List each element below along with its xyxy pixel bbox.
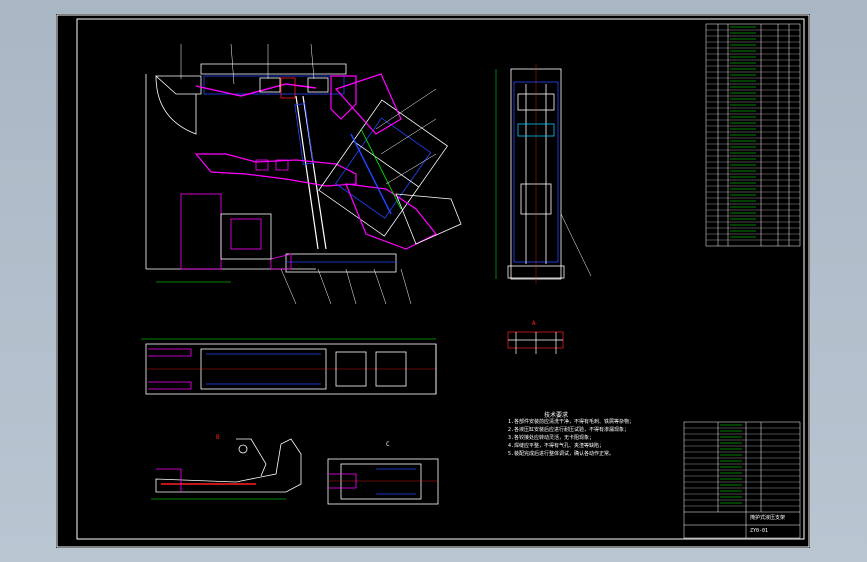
- outer-border: [56, 14, 810, 548]
- front-arc: [155, 75, 197, 135]
- drawing-number: ZY0-01: [750, 528, 769, 534]
- title-block-rows: [684, 424, 800, 507]
- section-view-small: [507, 331, 564, 354]
- cad-drawing: A B C: [56, 14, 810, 548]
- note-2: 2.各液压缸安装后应进行耐压试验，不得有渗漏现象；: [508, 427, 630, 433]
- notes-list: 1.各部件安装前应清洗干净，不得有毛刺、铁屑等杂物； 2.各液压缸安装后应进行耐…: [508, 418, 634, 458]
- title-block-name: 掩护式液压支架: [750, 515, 786, 521]
- view-label-c: C: [386, 441, 390, 448]
- note-5: 5.装配完成后进行整体调试，确认各动作正常。: [508, 451, 615, 457]
- view-label-a: A: [532, 320, 536, 327]
- note-4: 4.焊缝应平整，不得有气孔、夹渣等缺陷；: [508, 443, 605, 449]
- drawing-sheet: A B C 技术要求 1.各部件安装前应清洗干净，不得有毛刺、铁屑等杂物； 2.…: [56, 14, 810, 548]
- tail-assembly: [318, 99, 449, 237]
- inner-border: [76, 18, 805, 540]
- plan-view: [141, 338, 437, 395]
- canopy-beam: [200, 63, 347, 75]
- front-view: [495, 64, 592, 284]
- view-label-b: B: [216, 434, 220, 441]
- main-side-view: [145, 43, 462, 305]
- rear-block: [180, 193, 222, 270]
- parts-list-rows: [706, 26, 800, 241]
- note-3: 3.各铰接处应转动灵活，无卡阻现象；: [508, 435, 595, 441]
- detail-view-left: [151, 438, 302, 500]
- note-1: 1.各部件安装前应清洗干净，不得有毛刺、铁屑等杂物；: [508, 419, 635, 425]
- detail-view-right: [327, 458, 439, 505]
